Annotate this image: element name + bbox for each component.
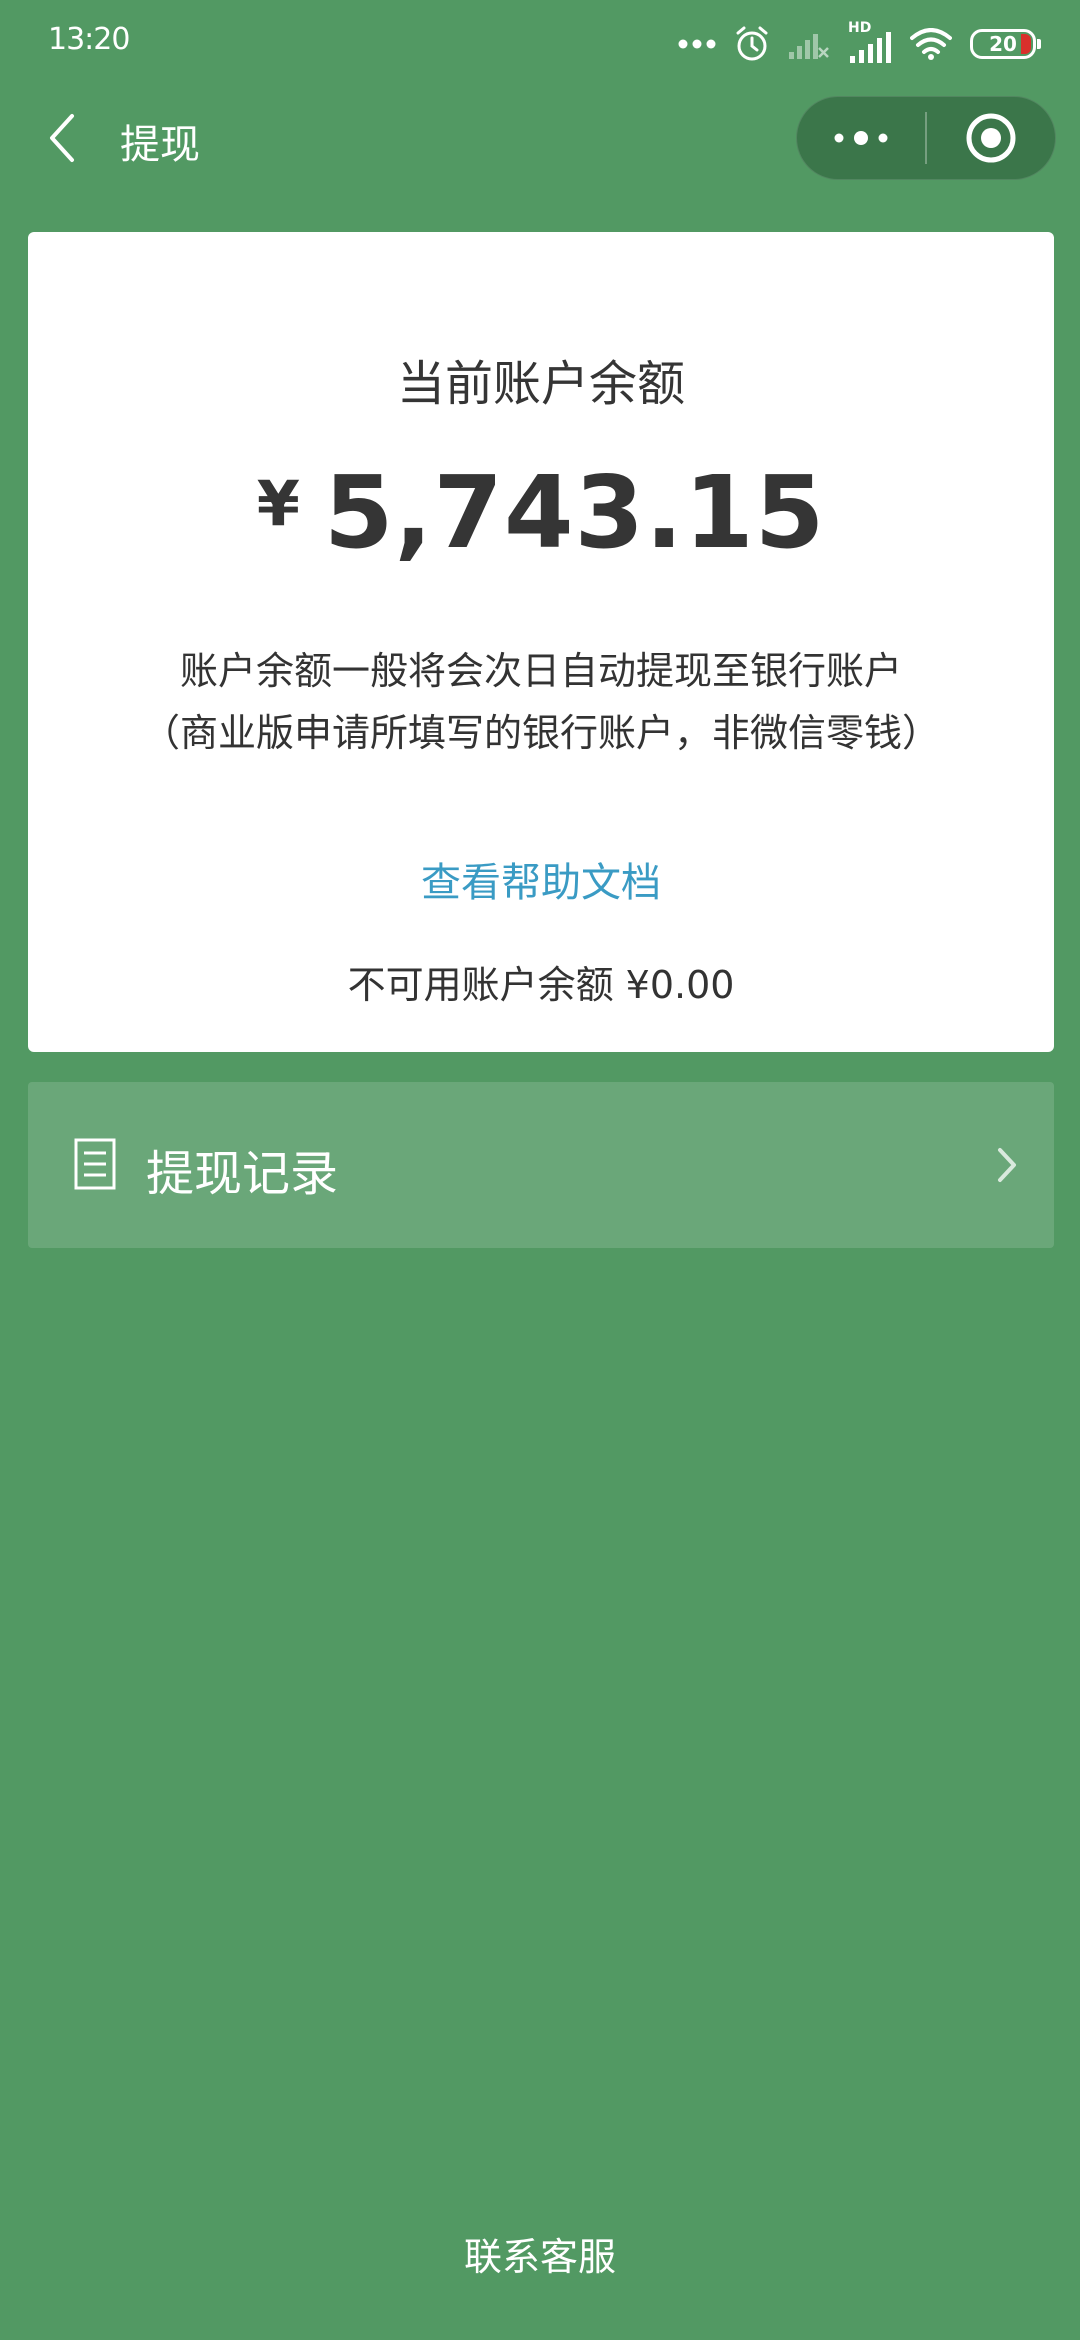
unavailable-balance: 不可用账户余额 ¥0.00 <box>347 963 735 1007</box>
alarm-icon <box>736 26 768 61</box>
more-dots-icon <box>678 39 716 49</box>
currency-symbol: ¥ <box>256 467 300 540</box>
nav-bar: 提现 <box>0 96 1080 184</box>
balance-title: 当前账户余额 <box>396 356 685 412</box>
more-dots-icon <box>834 131 888 145</box>
mini-program-capsule <box>796 96 1056 180</box>
document-list-icon <box>74 1138 116 1190</box>
status-time: 13:20 <box>48 22 130 57</box>
balance-card: 当前账户余额 ¥ 5,743.15 账户余额一般将会次日自动提现至银行账户 （商… <box>28 232 1054 1052</box>
battery-icon: 20 <box>970 29 1041 59</box>
status-icons: HD 20 <box>678 20 1041 68</box>
balance-description-line2: （商业版申请所填写的银行账户，非微信零钱） <box>141 711 940 755</box>
back-button[interactable] <box>30 106 94 170</box>
withdrawal-records-label: 提现记录 <box>146 1146 339 1202</box>
balance-description: 账户余额一般将会次日自动提现至银行账户 （商业版申请所填写的银行账户，非微信零钱… <box>28 640 1054 764</box>
amount-value: 5,743.15 <box>323 454 826 571</box>
contact-customer-service-link[interactable]: 联系客服 <box>0 2226 1080 2281</box>
page-title: 提现 <box>120 122 200 168</box>
target-close-icon <box>966 113 1016 163</box>
balance-amount: ¥ 5,743.15 <box>28 454 1054 571</box>
battery-level-text: 20 <box>989 32 1017 56</box>
wifi-icon <box>910 28 952 60</box>
signal-hd-icon: HD <box>848 20 892 64</box>
signal-weak-icon <box>789 34 829 59</box>
withdrawal-records-item[interactable]: 提现记录 <box>28 1082 1054 1248</box>
chevron-right-icon <box>998 1148 1016 1182</box>
chevron-left-icon <box>50 114 74 162</box>
balance-description-line1: 账户余额一般将会次日自动提现至银行账户 <box>179 649 902 693</box>
close-mini-program-button[interactable] <box>927 96 1055 180</box>
help-docs-link[interactable]: 查看帮助文档 <box>28 850 1054 908</box>
more-button[interactable] <box>797 96 925 180</box>
status-bar: 13:20 HD 20 <box>0 0 1080 84</box>
